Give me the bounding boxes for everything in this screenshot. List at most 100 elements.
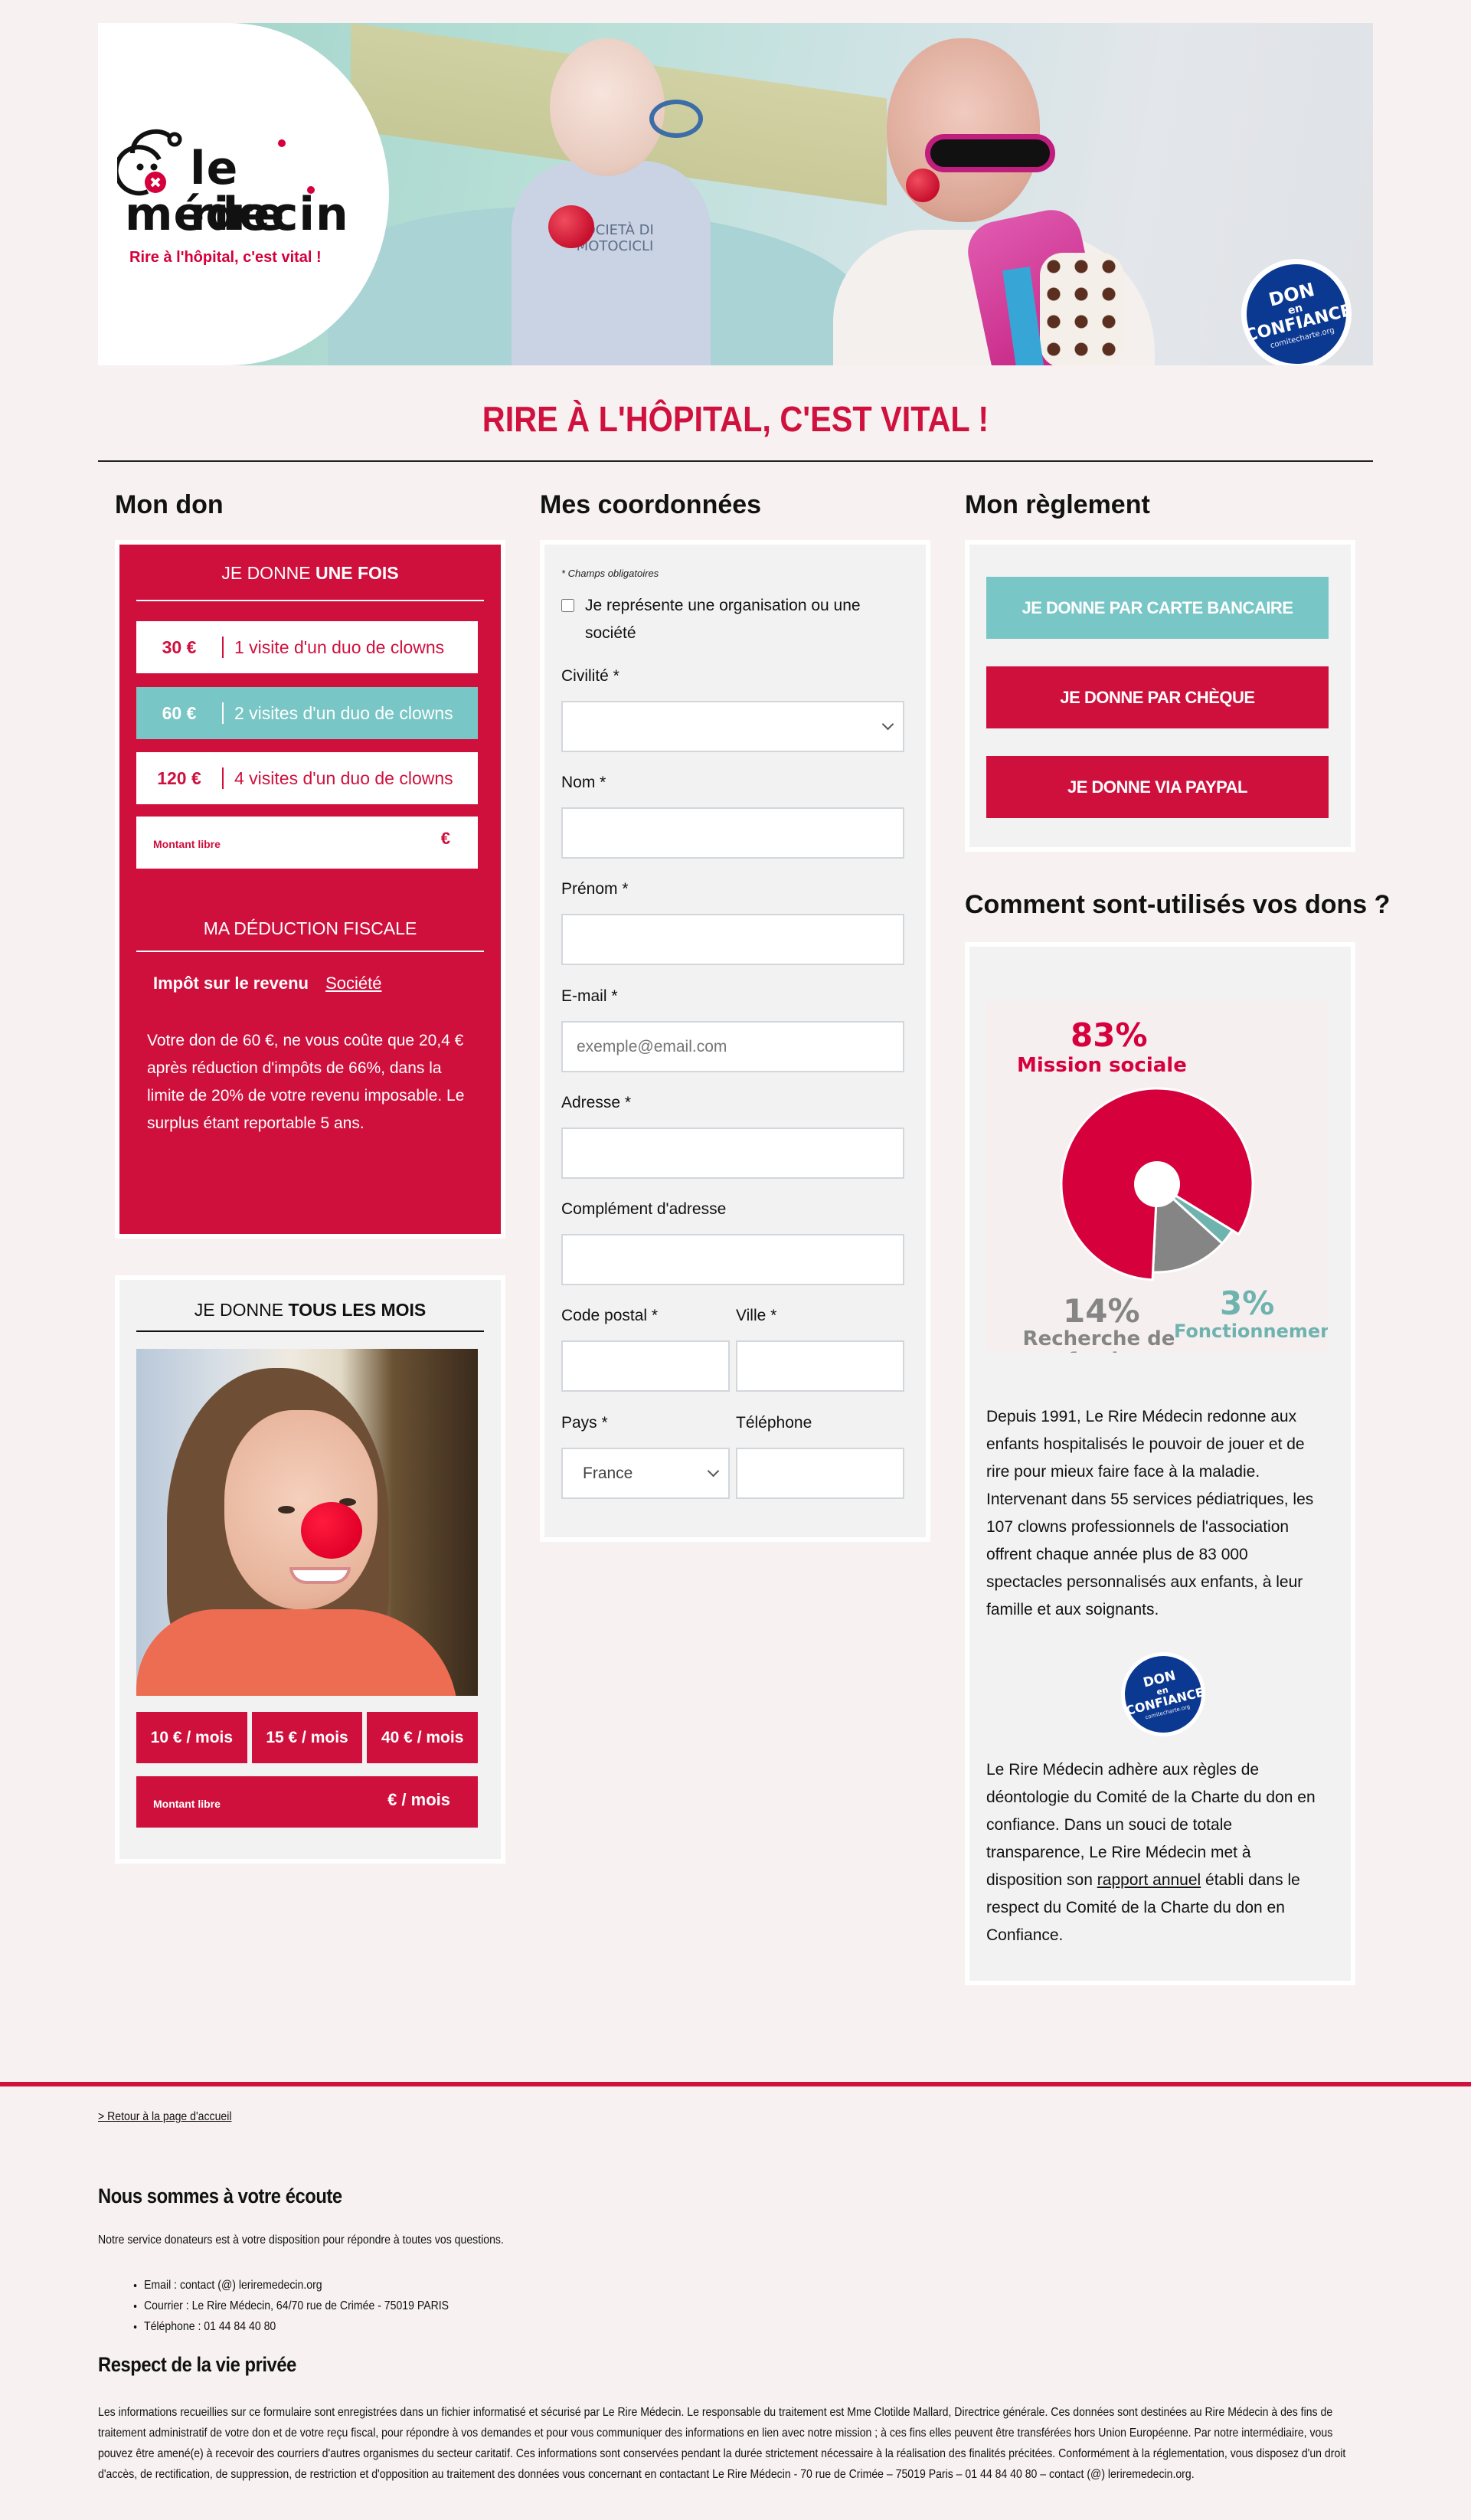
civilite-select[interactable] <box>561 701 904 752</box>
payment-panel: JE DONNE PAR CARTE BANCAIRE JE DONNE PAR… <box>965 540 1355 852</box>
amount-description: 2 visites d'un duo de clowns <box>234 702 453 723</box>
pie-label-value-fundraising: 14% <box>1063 1292 1140 1330</box>
tax-deduction-title: MA DÉDUCTION FISCALE <box>203 918 417 938</box>
contact-email: Email : contact (@) leriremedecin.org <box>144 2275 449 2296</box>
amount-value: 120 € <box>157 767 201 788</box>
clown-shirt-image <box>1040 253 1124 365</box>
title-bold: UNE FOIS <box>315 563 399 583</box>
pays-select[interactable]: France <box>561 1448 730 1499</box>
title-bold: don <box>175 490 224 519</box>
annual-report-link[interactable]: rapport annuel <box>1097 1871 1201 1889</box>
organization-checkbox-label: Je représente une organisation ou une so… <box>585 597 861 642</box>
email-label: E-mail * <box>561 987 618 1005</box>
title-light: Mon <box>965 490 1018 519</box>
monthly-amount-options: 10 € / mois 15 € / mois 40 € / mois <box>136 1712 479 1763</box>
child-glasses-image <box>649 100 703 138</box>
title-bold: TOUS LES MOIS <box>288 1300 427 1320</box>
prenom-input[interactable] <box>561 914 904 965</box>
photo-shirt <box>136 1609 458 1696</box>
prenom-label: Prénom * <box>561 880 629 898</box>
separator <box>222 702 224 724</box>
telephone-input[interactable] <box>736 1448 904 1499</box>
amount-description: 4 visites d'un duo de clowns <box>234 767 453 788</box>
contact-phone: Téléphone : 01 44 84 40 80 <box>144 2316 449 2337</box>
site-logo[interactable]: le rire médecin Rire à l'hôpital, c'est … <box>117 92 349 283</box>
contact-mail: Courrier : Le Rire Médecin, 64/70 rue de… <box>144 2296 449 2316</box>
complement-input[interactable] <box>561 1234 904 1285</box>
divider <box>136 600 484 601</box>
code-postal-label: Code postal * <box>561 1307 659 1324</box>
privacy-title: Respect de la vie privée <box>98 2353 296 2376</box>
pays-label: Pays * <box>561 1414 608 1432</box>
don-en-confiance-badge[interactable]: DON en CONFIANCE comitecharte.org <box>1113 1645 1213 1744</box>
tab-societe[interactable]: Société <box>325 974 381 993</box>
usage-description: Depuis 1991, Le Rire Médecin redonne aux… <box>986 1408 1314 1618</box>
monthly-free-amount-input[interactable]: Montant libre € / mois <box>136 1776 478 1828</box>
pie-label-mission: Mission sociale <box>1017 1054 1187 1077</box>
donation-usage-title: Comment sont-utilisés vos dons ? <box>965 890 1391 919</box>
pay-via-paypal-button[interactable]: JE DONNE VIA PAYPAL <box>986 756 1329 818</box>
logo-dot <box>307 186 315 194</box>
email-placeholder: exemple@email.com <box>577 1037 727 1055</box>
email-input[interactable]: exemple@email.com <box>561 1021 904 1072</box>
adresse-label: Adresse * <box>561 1094 632 1111</box>
amount-description: 1 visite d'un duo de clowns <box>234 637 445 657</box>
monthly-option-15[interactable]: 15 € / mois <box>251 1712 363 1763</box>
code-postal-input[interactable] <box>561 1340 730 1392</box>
title-light: JE DONNE <box>221 563 311 583</box>
complement-label: Complément d'adresse <box>561 1200 727 1218</box>
amount-option-60[interactable]: 60 € 2 visites d'un duo de clowns <box>136 687 478 739</box>
child-with-clown-nose-photo <box>136 1349 478 1696</box>
back-to-home-link[interactable]: > Retour à la page d'accueil <box>98 2110 232 2124</box>
charte-description: Le Rire Médecin adhère aux règles de déo… <box>986 1756 1328 1949</box>
logo-dot <box>278 139 286 147</box>
ville-input[interactable] <box>736 1340 904 1392</box>
don-en-confiance-badge[interactable]: DON en CONFIANCE comitecharte.org <box>1231 249 1361 365</box>
nom-input[interactable] <box>561 807 904 859</box>
pie-label-fundraising-line1: Recherche de <box>1023 1327 1175 1350</box>
divider <box>136 1330 484 1332</box>
required-fields-note: * Champs obligatoires <box>561 568 659 579</box>
title-bold: règlement <box>1025 490 1150 519</box>
organization-checkbox[interactable] <box>561 599 574 612</box>
footer-divider <box>0 2082 1471 2086</box>
red-nose-ball-image <box>548 205 594 248</box>
column-title-don: Mon don <box>115 490 224 520</box>
logo-word-medecin: médecin <box>125 188 349 241</box>
monthly-option-10[interactable]: 10 € / mois <box>136 1712 247 1763</box>
pie-label-operations: Fonctionnement <box>1174 1321 1328 1342</box>
chevron-down-icon <box>707 1465 720 1478</box>
pays-value: France <box>583 1464 633 1482</box>
contact-intro: Notre service donateurs est à votre disp… <box>98 2234 504 2247</box>
logo-tagline: Rire à l'hôpital, c'est vital ! <box>129 249 322 266</box>
child-image <box>512 161 711 365</box>
amount-value: 30 € <box>162 637 197 657</box>
pay-by-cheque-button[interactable]: JE DONNE PAR CHÈQUE <box>986 666 1329 728</box>
nom-label: Nom * <box>561 774 606 791</box>
tax-deduction-text: Votre don de 60 €, ne vous coûte que 20,… <box>147 1032 465 1132</box>
clown-glasses-image <box>925 134 1055 172</box>
contact-list: Email : contact (@) leriremedecin.org Co… <box>144 2275 449 2337</box>
separator <box>222 637 224 658</box>
pie-label-fundraising-line2: fonds <box>1067 1349 1130 1353</box>
slogan-divider <box>98 460 1373 462</box>
amount-value: 60 € <box>162 702 197 723</box>
free-amount-label: Montant libre <box>153 838 221 850</box>
one-time-title: JE DONNE UNE FOIS <box>119 563 501 584</box>
amount-option-120[interactable]: 120 € 4 visites d'un duo de clowns <box>136 752 478 804</box>
column-title-coordonnees: Mes coordonnées <box>540 490 761 520</box>
tab-impot-revenu[interactable]: Impôt sur le revenu <box>153 974 309 993</box>
donation-usage-panel: 83% Mission sociale 14% Recherche de fon… <box>965 942 1355 1985</box>
monthly-option-40[interactable]: 40 € / mois <box>367 1712 479 1763</box>
amount-option-30[interactable]: 30 € 1 visite d'un duo de clowns <box>136 621 478 673</box>
euro-per-month-symbol: € / mois <box>387 1790 450 1809</box>
title-light: Mon <box>115 490 168 519</box>
hero-banner: SOCIETÀ DI MOTOCICLI le rire médecin Rir… <box>98 23 1373 365</box>
ville-label: Ville * <box>736 1307 777 1324</box>
privacy-text: Les informations recueillies sur ce form… <box>98 2406 1346 2481</box>
free-amount-input[interactable]: Montant libre € <box>136 817 478 869</box>
donation-usage-chart: 83% Mission sociale 14% Recherche de fon… <box>986 1000 1328 1353</box>
organization-checkbox-row[interactable]: Je représente une organisation ou une so… <box>561 592 903 647</box>
adresse-input[interactable] <box>561 1127 904 1179</box>
pay-by-card-button[interactable]: JE DONNE PAR CARTE BANCAIRE <box>986 577 1329 639</box>
